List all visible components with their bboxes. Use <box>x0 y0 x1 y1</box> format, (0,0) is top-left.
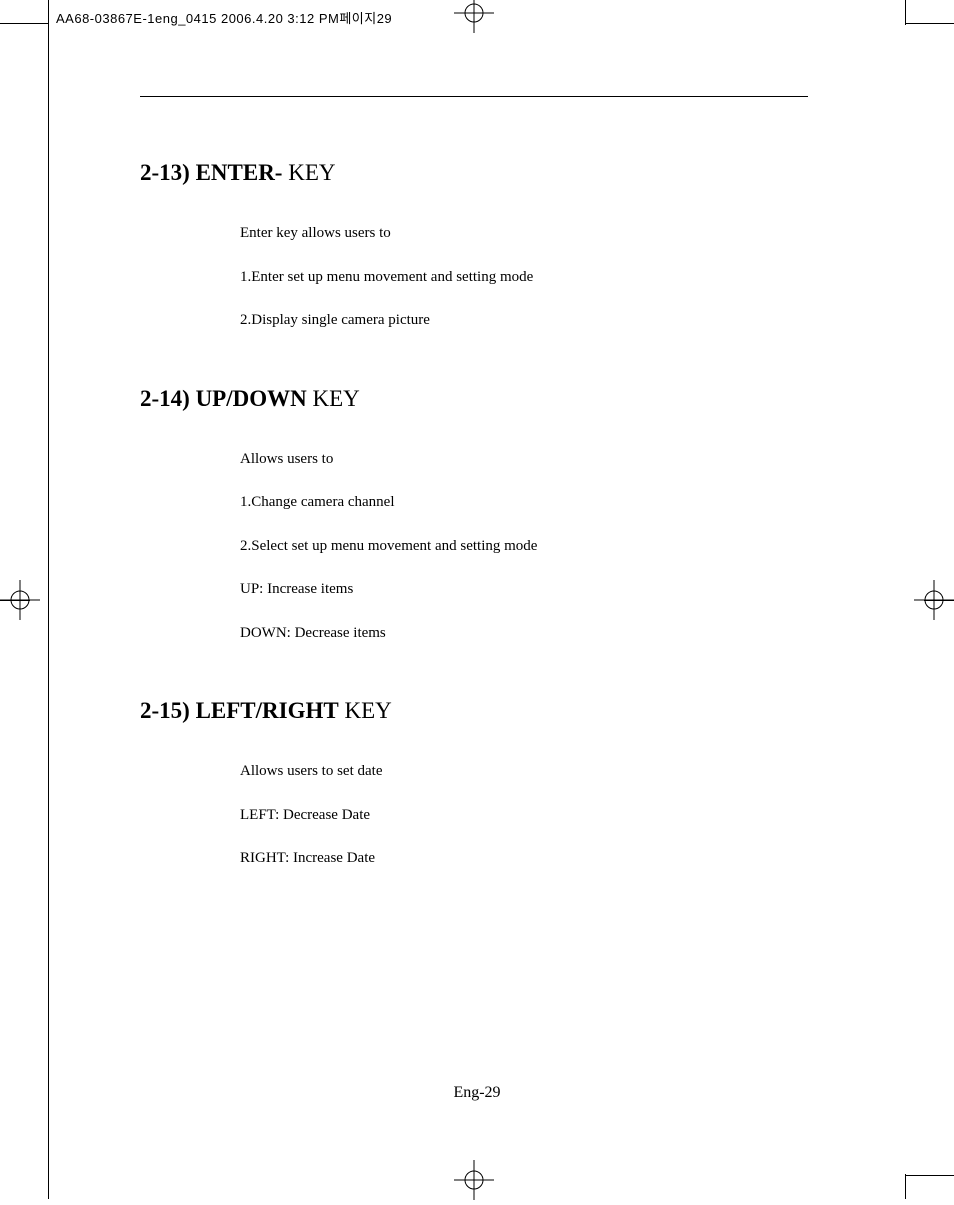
body-text: 1.Enter set up menu movement and setting… <box>240 268 808 288</box>
heading-light: KEY <box>307 386 360 411</box>
heading-light: KEY <box>282 160 335 185</box>
heading-bold: 2-13) ENTER- <box>140 160 282 185</box>
registration-mark-icon <box>914 580 954 620</box>
body-text: 2.Display single camera picture <box>240 311 808 331</box>
body-text: UP: Increase items <box>240 580 808 600</box>
crop-mark <box>905 0 906 25</box>
heading-bold: 2-15) LEFT/RIGHT <box>140 698 339 723</box>
body-text: Allows users to set date <box>240 762 808 782</box>
body-text: Enter key allows users to <box>240 224 808 244</box>
crop-mark <box>48 0 49 1199</box>
page-number: Eng-29 <box>0 1084 954 1102</box>
horizontal-rule <box>140 96 808 97</box>
section-body: Allows users to 1.Change camera channel … <box>140 450 808 644</box>
body-text: Allows users to <box>240 450 808 470</box>
section-heading: 2-15) LEFT/RIGHT KEY <box>140 698 808 724</box>
body-text: LEFT: Decrease Date <box>240 806 808 826</box>
crop-mark <box>906 23 954 24</box>
page-content: 2-13) ENTER- KEY Enter key allows users … <box>140 160 808 924</box>
registration-mark-icon <box>454 1160 494 1200</box>
section-body: Allows users to set date LEFT: Decrease … <box>140 762 808 869</box>
section-heading: 2-13) ENTER- KEY <box>140 160 808 186</box>
print-header-slug: AA68-03867E-1eng_0415 2006.4.20 3:12 PM페… <box>56 8 392 27</box>
crop-mark <box>0 23 48 24</box>
crop-mark <box>906 1175 954 1176</box>
body-text: 2.Select set up menu movement and settin… <box>240 537 808 557</box>
registration-mark-icon <box>0 580 40 620</box>
section-body: Enter key allows users to 1.Enter set up… <box>140 224 808 331</box>
section-updown-key: 2-14) UP/DOWN KEY Allows users to 1.Chan… <box>140 386 808 644</box>
body-text: 1.Change camera channel <box>240 493 808 513</box>
section-heading: 2-14) UP/DOWN KEY <box>140 386 808 412</box>
heading-bold: 2-14) UP/DOWN <box>140 386 307 411</box>
body-text: RIGHT: Increase Date <box>240 849 808 869</box>
crop-mark <box>905 1174 906 1199</box>
section-leftright-key: 2-15) LEFT/RIGHT KEY Allows users to set… <box>140 698 808 869</box>
heading-light: KEY <box>339 698 392 723</box>
section-enter-key: 2-13) ENTER- KEY Enter key allows users … <box>140 160 808 331</box>
body-text: DOWN: Decrease items <box>240 624 808 644</box>
registration-mark-icon <box>454 0 494 33</box>
